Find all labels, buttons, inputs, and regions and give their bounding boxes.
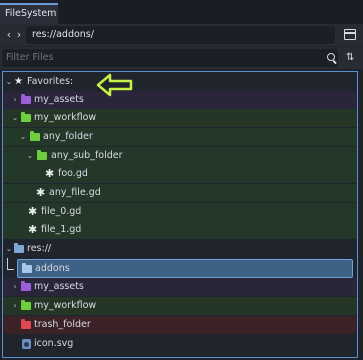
path-bar: ‹ › res://addons/ — [0, 24, 363, 46]
gear-icon: ✱ — [45, 167, 55, 180]
folder-icon — [21, 300, 31, 310]
tree-item-label: icon.svg — [34, 338, 74, 349]
chevron-right-icon[interactable]: › — [11, 297, 19, 315]
filter-bar: ⇅ — [0, 47, 363, 69]
back-arrow-icon[interactable]: ‹ — [4, 28, 14, 42]
tree-item-label: my_workflow — [34, 112, 97, 123]
tree-item-icon-svg[interactable]: icon.svg — [3, 335, 357, 353]
folder-icon — [37, 150, 47, 160]
tree-item-label: my_workflow — [34, 300, 97, 311]
gear-icon: ✱ — [28, 223, 38, 236]
tree-item-any-folder[interactable]: ⌄ any_folder — [3, 128, 357, 146]
tree-item-trash-folder[interactable]: trash_folder — [3, 316, 357, 334]
tree-item-any-file-gd[interactable]: ✱ any_file.gd — [3, 184, 357, 202]
chevron-down-icon[interactable]: ⌄ — [5, 73, 13, 91]
chevron-right-icon[interactable]: › — [11, 278, 19, 296]
favorites-row[interactable]: ⌄ ★ Favorites: — [3, 73, 357, 91]
tree-item-label: any_file.gd — [49, 187, 101, 198]
chevron-right-icon[interactable]: › — [11, 91, 19, 109]
tree-item-foo-gd[interactable]: ✱ foo.gd — [3, 165, 357, 183]
folder-icon — [30, 131, 40, 141]
chevron-down-icon[interactable]: ⌄ — [5, 240, 13, 258]
tree-item-label: addons — [35, 263, 70, 274]
tree-item-label: any_sub_folder — [51, 150, 123, 161]
tree-item-label: file_0.gd — [41, 206, 82, 217]
favorites-label: Favorites: — [27, 76, 74, 87]
folder-icon — [21, 94, 31, 104]
folder-icon — [14, 243, 24, 253]
tree-item-my-workflow[interactable]: ⌄ my_workflow — [3, 109, 357, 127]
gear-icon: ✱ — [28, 205, 38, 218]
folder-icon — [21, 281, 31, 291]
chevron-down-icon[interactable]: ⌄ — [26, 147, 34, 165]
forward-arrow-icon[interactable]: › — [14, 28, 24, 42]
tree-item-my-assets[interactable]: › my_assets — [3, 91, 357, 109]
tab-filesystem[interactable]: FileSystem — [0, 3, 58, 24]
folder-icon — [21, 319, 31, 329]
folder-icon — [22, 263, 32, 273]
chevron-down-icon[interactable]: ⌄ — [11, 109, 19, 127]
filter-files-input[interactable] — [2, 49, 338, 67]
tree-item-file-0-gd[interactable]: ✱ file_0.gd — [3, 203, 357, 221]
split-view-icon[interactable] — [344, 29, 356, 40]
tree-item-label: my_assets — [34, 281, 84, 292]
tree-item-label: any_folder — [43, 131, 93, 142]
annotation-arrow-icon — [96, 73, 133, 97]
tree-guide-line — [7, 269, 14, 270]
tree-item-label: my_assets — [34, 94, 84, 105]
tree-item-any-sub-folder[interactable]: ⌄ any_sub_folder — [3, 147, 357, 165]
image-file-icon — [22, 339, 31, 349]
path-field[interactable]: res://addons/ — [26, 26, 335, 44]
folder-icon — [21, 112, 31, 122]
res-root-row[interactable]: ⌄ res:// — [3, 240, 357, 258]
dock-tab-bar: FileSystem — [0, 0, 363, 24]
search-icon — [327, 53, 335, 61]
gear-icon: ✱ — [36, 186, 46, 199]
tree-item-label: trash_folder — [34, 319, 91, 330]
tree-item-addons[interactable]: addons — [17, 259, 353, 278]
file-tree[interactable]: ⌄ ★ Favorites: › my_assets ⌄ my_workflow… — [2, 71, 358, 358]
tree-item-file-1-gd[interactable]: ✱ file_1.gd — [3, 221, 357, 239]
chevron-down-icon[interactable]: ⌄ — [19, 128, 27, 146]
tree-item-my-workflow[interactable]: › my_workflow — [3, 297, 357, 315]
tree-item-label: foo.gd — [58, 168, 88, 179]
sort-icon[interactable]: ⇅ — [346, 52, 354, 64]
res-root-label: res:// — [27, 243, 52, 254]
star-icon: ★ — [14, 76, 23, 87]
tree-item-label: file_1.gd — [41, 224, 82, 235]
tree-item-my-assets[interactable]: › my_assets — [3, 278, 357, 296]
